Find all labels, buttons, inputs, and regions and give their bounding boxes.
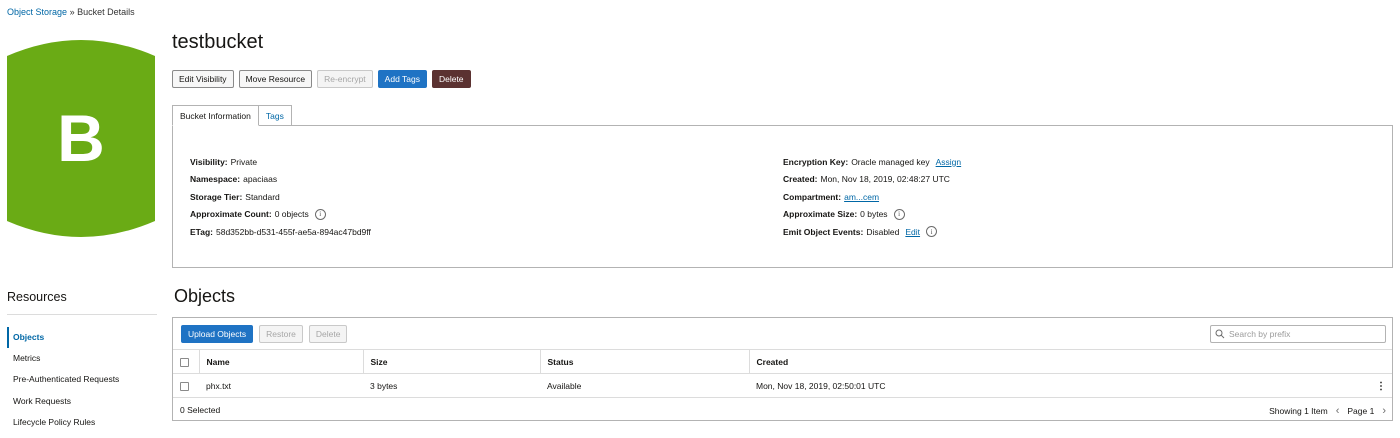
objects-toolbar: Upload Objects Restore Delete	[181, 325, 348, 343]
info-created: Created: Mon, Nov 18, 2019, 02:48:27 UTC	[783, 171, 961, 189]
breadcrumb-separator: »	[69, 7, 75, 17]
emit-object-events-label: Emit Object Events:	[783, 226, 864, 237]
table-row[interactable]: phx.txt 3 bytes Available Mon, Nov 18, 2…	[173, 373, 1392, 398]
sidebar-item-work-requests[interactable]: Work Requests	[7, 391, 157, 412]
sidebar-item-objects[interactable]: Objects	[7, 327, 157, 349]
restore-button[interactable]: Restore	[259, 325, 303, 343]
sidebar-item-metrics[interactable]: Metrics	[7, 348, 157, 369]
resources-sidebar: Resources Objects Metrics Pre-Authentica…	[7, 290, 157, 433]
info-icon[interactable]: i	[314, 208, 326, 220]
object-created: Mon, Nov 18, 2019, 02:50:01 UTC	[756, 380, 886, 391]
info-compartment: Compartment: am...cem	[783, 188, 961, 206]
chevron-left-icon[interactable]: ‹	[1336, 405, 1340, 417]
column-size[interactable]: Size	[363, 349, 541, 374]
bucket-icon: B	[7, 40, 155, 237]
info-namespace: Namespace: apaciaas	[190, 171, 371, 189]
breadcrumb: Object Storage » Bucket Details	[7, 7, 135, 17]
objects-panel: Upload Objects Restore Delete Name Size …	[172, 317, 1393, 421]
edit-visibility-button[interactable]: Edit Visibility	[172, 70, 234, 88]
column-status[interactable]: Status	[540, 349, 750, 374]
info-column-left: Visibility: Private Namespace: apaciaas …	[190, 153, 371, 241]
row-select-cell	[173, 373, 199, 398]
object-created-cell: Mon, Nov 18, 2019, 02:50:01 UTC ⋮	[749, 373, 1392, 398]
visibility-label: Visibility:	[190, 156, 228, 167]
etag-value: 58d352bb-d531-455f-ae5a-894ac47bd9ff	[215, 226, 371, 237]
info-icon[interactable]: i	[893, 208, 905, 220]
info-visibility: Visibility: Private	[190, 153, 371, 171]
move-resource-button[interactable]: Move Resource	[238, 70, 313, 88]
search-input[interactable]	[1229, 329, 1379, 339]
column-created[interactable]: Created	[749, 349, 1392, 374]
chevron-right-icon[interactable]: ›	[1382, 405, 1386, 417]
column-name[interactable]: Name	[199, 349, 364, 374]
etag-label: ETag:	[190, 226, 213, 237]
sidebar-item-lifecycle-policy-rules[interactable]: Lifecycle Policy Rules	[7, 412, 157, 433]
delete-objects-button[interactable]: Delete	[308, 325, 348, 343]
row-actions-kebab-icon[interactable]: ⋮	[1376, 381, 1386, 392]
showing-count: Showing 1 Item	[1269, 406, 1328, 416]
objects-footer: 0 Selected Showing 1 Item ‹ Page 1 ›	[173, 399, 1392, 421]
bucket-actions: Edit Visibility Move Resource Re-encrypt…	[172, 70, 471, 88]
info-icon[interactable]: i	[926, 226, 938, 238]
compartment-label: Compartment:	[783, 191, 842, 202]
info-approximate-count: Approximate Count: 0 objects i	[190, 206, 371, 224]
pagination: Showing 1 Item ‹ Page 1 ›	[1269, 405, 1386, 417]
object-name: phx.txt	[199, 373, 363, 398]
selected-count: 0 Selected	[180, 405, 221, 415]
info-column-right: Encryption Key: Oracle managed key Assig…	[783, 153, 961, 241]
storage-tier-value: Standard	[245, 191, 280, 202]
row-checkbox[interactable]	[180, 381, 189, 391]
namespace-value: apaciaas	[243, 174, 278, 185]
assign-key-link[interactable]: Assign	[936, 157, 962, 167]
compartment-link[interactable]: am...cem	[844, 192, 879, 202]
search-icon	[1215, 329, 1225, 339]
upload-objects-button[interactable]: Upload Objects	[181, 325, 254, 343]
page-title: testbucket	[172, 31, 264, 53]
select-all-checkbox[interactable]	[180, 357, 189, 367]
approximate-count-label: Approximate Count:	[190, 209, 272, 220]
object-status: Available	[540, 373, 749, 398]
approximate-size-value: 0 bytes	[860, 209, 888, 220]
breadcrumb-object-storage-link[interactable]: Object Storage	[7, 7, 67, 17]
tab-tags[interactable]: Tags	[258, 105, 292, 126]
re-encrypt-button[interactable]: Re-encrypt	[317, 70, 373, 88]
created-value: Mon, Nov 18, 2019, 02:48:27 UTC	[820, 174, 950, 185]
bucket-tabs: Bucket Information Tags	[172, 105, 292, 126]
bucket-initial: B	[57, 101, 105, 175]
table-header-row: Name Size Status Created	[173, 349, 1392, 374]
search-box	[1210, 325, 1386, 343]
edit-events-link[interactable]: Edit	[905, 227, 920, 237]
encryption-key-value: Oracle managed key	[851, 156, 930, 167]
emit-object-events-value: Disabled	[866, 226, 900, 237]
info-storage-tier: Storage Tier: Standard	[190, 188, 371, 206]
objects-table: Name Size Status Created phx.txt 3 bytes…	[173, 349, 1392, 398]
namespace-label: Namespace:	[190, 174, 241, 185]
encryption-key-label: Encryption Key:	[783, 156, 849, 167]
bucket-information-panel: Visibility: Private Namespace: apaciaas …	[172, 125, 1393, 268]
approximate-size-label: Approximate Size:	[783, 209, 858, 220]
storage-tier-label: Storage Tier:	[190, 191, 243, 202]
info-etag: ETag: 58d352bb-d531-455f-ae5a-894ac47bd9…	[190, 223, 371, 241]
object-size: 3 bytes	[363, 373, 540, 398]
add-tags-button[interactable]: Add Tags	[377, 70, 427, 88]
delete-bucket-button[interactable]: Delete	[431, 70, 471, 88]
approximate-count-value: 0 objects	[274, 209, 309, 220]
resources-title: Resources	[7, 290, 157, 315]
sidebar-item-pre-authenticated-requests[interactable]: Pre-Authenticated Requests	[7, 369, 157, 390]
info-emit-object-events: Emit Object Events: Disabled Edit i	[783, 223, 961, 241]
page-number: Page 1	[1347, 406, 1375, 416]
tab-bucket-information[interactable]: Bucket Information	[172, 105, 259, 126]
resources-list: Objects Metrics Pre-Authenticated Reques…	[7, 327, 157, 433]
breadcrumb-current: Bucket Details	[77, 7, 135, 17]
objects-title: Objects	[174, 286, 236, 306]
info-encryption-key: Encryption Key: Oracle managed key Assig…	[783, 153, 961, 171]
created-label: Created:	[783, 174, 818, 185]
select-all-cell	[173, 349, 200, 374]
info-approximate-size: Approximate Size: 0 bytes i	[783, 206, 961, 224]
visibility-value: Private	[230, 156, 258, 167]
